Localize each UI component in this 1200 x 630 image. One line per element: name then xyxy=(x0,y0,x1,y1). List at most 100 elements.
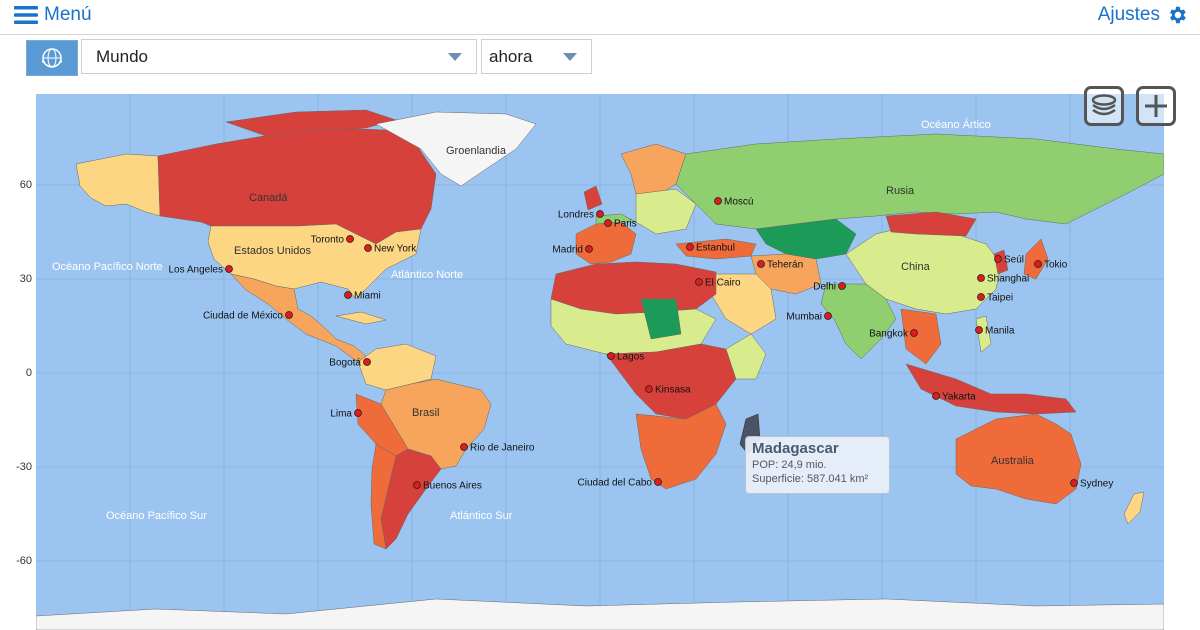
hamburger-icon xyxy=(14,6,38,24)
label-south-pacific: Océano Pacífico Sur xyxy=(106,510,207,522)
city-label-mumbai: Mumbai xyxy=(786,312,822,323)
city-marker-manila[interactable] xyxy=(975,326,983,334)
city-marker-madrid[interactable] xyxy=(585,245,593,253)
city-marker-toronto[interactable] xyxy=(346,235,354,243)
un-flag-icon[interactable] xyxy=(26,40,78,76)
city-label-taipei: Taipei xyxy=(987,293,1013,304)
tooltip-population: POP: 24,9 mio. xyxy=(752,459,827,471)
country-tooltip: Madagascar POP: 24,9 mio. Superficie: 58… xyxy=(745,436,890,494)
city-marker-bogota[interactable] xyxy=(363,358,371,366)
country-indonesia[interactable] xyxy=(905,363,1077,415)
city-marker-sydney[interactable] xyxy=(1070,479,1078,487)
city-label-buenos-aires: Buenos Aires xyxy=(423,481,482,492)
city-label-estanbul: Estanbul xyxy=(696,243,735,254)
tooltip-title: Madagascar xyxy=(752,440,839,457)
city-label-delhi: Delhi xyxy=(813,282,836,293)
city-label-moscu: Moscú xyxy=(724,197,753,208)
city-label-paris: Paris xyxy=(614,219,637,230)
layers-icon xyxy=(1091,94,1117,116)
city-label-teheran: Teherán xyxy=(767,260,803,271)
country-central-europe[interactable] xyxy=(635,188,697,235)
label-greenland: Groenlandia xyxy=(446,145,507,157)
label-russia: Rusia xyxy=(886,185,915,197)
city-marker-mumbai[interactable] xyxy=(824,312,832,320)
plus-icon xyxy=(1145,95,1167,117)
city-marker-bangkok[interactable] xyxy=(910,329,918,337)
settings-button[interactable]: Ajustes xyxy=(1098,4,1188,26)
label-china: China xyxy=(901,261,931,273)
city-marker-ciudad-de-mexico[interactable] xyxy=(285,311,293,319)
country-alaska[interactable] xyxy=(75,153,161,217)
country-cuba[interactable] xyxy=(335,311,387,325)
lat-label-minus60: -60 xyxy=(16,555,32,567)
city-label-miami: Miami xyxy=(354,291,381,302)
city-label-bangkok: Bangkok xyxy=(869,329,909,340)
city-marker-el-cairo[interactable] xyxy=(695,278,703,286)
city-label-los-angeles: Los Angeles xyxy=(169,265,224,276)
globe-emblem-icon xyxy=(41,48,63,68)
zoom-in-button[interactable] xyxy=(1136,86,1176,126)
city-label-bogota: Bogotá xyxy=(329,358,361,369)
city-marker-lima[interactable] xyxy=(354,409,362,417)
layers-button[interactable] xyxy=(1084,86,1124,126)
city-marker-miami[interactable] xyxy=(344,291,352,299)
gear-icon xyxy=(1170,6,1186,24)
city-label-seul: Seúl xyxy=(1004,255,1024,266)
city-label-new-york: New York xyxy=(374,244,417,255)
country-new-zealand[interactable] xyxy=(1123,491,1145,525)
city-marker-moscu[interactable] xyxy=(714,197,722,205)
region-select[interactable]: Mundo xyxy=(81,39,477,74)
city-marker-estanbul[interactable] xyxy=(686,243,694,251)
label-australia: Australia xyxy=(991,455,1035,467)
city-label-londres: Londres xyxy=(558,210,594,221)
label-north-atlantic: Atlántico Norte xyxy=(391,269,463,281)
label-usa: Estados Unidos xyxy=(234,245,312,257)
city-label-ciudad-del-cabo: Ciudad del Cabo xyxy=(578,478,653,489)
city-label-ciudad-de-mexico: Ciudad de México xyxy=(203,311,283,322)
label-arctic-ocean: Océano Ártico xyxy=(921,118,991,131)
city-marker-rio-de-janeiro[interactable] xyxy=(460,443,468,451)
city-label-rio-de-janeiro: Rio de Janeiro xyxy=(470,443,535,454)
lat-label-30: 30 xyxy=(19,273,32,285)
city-marker-shanghai[interactable] xyxy=(977,274,985,282)
chevron-down-icon xyxy=(448,52,462,61)
city-marker-lagos[interactable] xyxy=(607,352,615,360)
country-north-africa[interactable] xyxy=(550,261,717,315)
country-uk[interactable] xyxy=(583,185,603,211)
city-label-sydney: Sydney xyxy=(1080,479,1113,490)
time-select-value: ahora xyxy=(489,46,533,66)
chevron-down-icon xyxy=(563,52,577,61)
city-label-lagos: Lagos xyxy=(617,352,644,363)
city-marker-ciudad-del-cabo[interactable] xyxy=(654,478,662,486)
country-mongolia[interactable] xyxy=(885,211,977,237)
city-label-tokio: Tokio xyxy=(1044,260,1068,271)
world-map[interactable]: Canadá Estados Unidos Groenlandia Rusia … xyxy=(36,94,1164,630)
city-marker-seul[interactable] xyxy=(994,255,1002,263)
city-label-manila: Manila xyxy=(985,326,1015,337)
city-marker-londres[interactable] xyxy=(596,210,604,218)
city-marker-yakarta[interactable] xyxy=(932,392,940,400)
tooltip-area: Superficie: 587.041 km² xyxy=(752,473,869,485)
top-bar: Menú Ajustes xyxy=(0,0,1200,35)
city-marker-paris[interactable] xyxy=(604,219,612,227)
lat-label-60: 60 xyxy=(19,179,32,191)
settings-label: Ajustes xyxy=(1097,4,1160,25)
city-marker-buenos-aires[interactable] xyxy=(413,481,421,489)
city-marker-new-york[interactable] xyxy=(364,244,372,252)
menu-label: Menú xyxy=(44,4,92,25)
menu-button[interactable]: Menú xyxy=(14,4,92,26)
city-marker-taipei[interactable] xyxy=(977,293,985,301)
city-marker-teheran[interactable] xyxy=(757,260,765,268)
city-label-kinsasa: Kinsasa xyxy=(655,385,691,396)
label-north-pacific: Océano Pacífico Norte xyxy=(52,261,163,273)
label-canada: Canadá xyxy=(249,192,288,204)
city-label-el-cairo: El Cairo xyxy=(705,278,741,289)
city-label-shanghai: Shanghai xyxy=(987,274,1029,285)
city-marker-los-angeles[interactable] xyxy=(225,265,233,273)
city-label-yakarta: Yakarta xyxy=(942,392,976,403)
time-select[interactable]: ahora xyxy=(481,39,592,74)
city-marker-kinsasa[interactable] xyxy=(645,385,653,393)
city-marker-delhi[interactable] xyxy=(838,282,846,290)
lat-label-minus30: -30 xyxy=(16,461,32,473)
city-marker-tokio[interactable] xyxy=(1034,260,1042,268)
